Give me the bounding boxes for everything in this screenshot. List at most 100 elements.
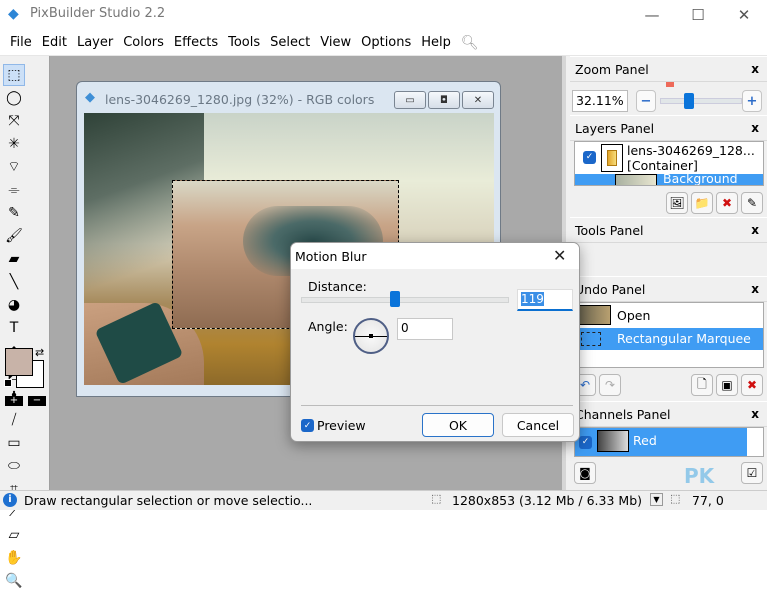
title-bar: ◆ PixBuilder Studio 2.2 — ☐ ✕ (0, 0, 767, 30)
channel-visible-checkbox[interactable]: ✓ (579, 436, 592, 449)
rectangle-shape-tool[interactable]: ▭ (3, 432, 25, 454)
cursor-coords: 77, 0 (692, 493, 724, 508)
search-icon[interactable]: 🔍︎ (461, 35, 479, 51)
zoom-input[interactable]: 32.11% (572, 90, 628, 112)
doc-maximize-button[interactable]: ◘ (428, 91, 460, 109)
doc-minimize-button[interactable]: ▭ (394, 91, 426, 109)
magnetic-lasso-tool[interactable]: ⌯ (3, 179, 25, 201)
menu-tools[interactable]: Tools (224, 35, 264, 50)
layer-item[interactable]: Background (575, 171, 763, 185)
zoom-out-button[interactable]: − (636, 90, 656, 112)
watermark: PK (684, 464, 715, 488)
menu-colors[interactable]: Colors (119, 35, 168, 50)
new-document-from-state-button[interactable]: ▣ (716, 374, 738, 396)
swap-colors-icon[interactable]: ⇄ (35, 346, 44, 359)
menu-effects[interactable]: Effects (170, 35, 222, 50)
layer-thumbnail (615, 174, 657, 185)
new-snapshot-button[interactable]: 🗋 (691, 374, 713, 396)
menu-view[interactable]: View (316, 35, 355, 50)
delete-state-button[interactable]: ✖ (741, 374, 763, 396)
angle-dial[interactable] (353, 318, 389, 354)
load-channel-selection-button[interactable]: ◙ (574, 462, 596, 484)
toolbox: ⬚◯⤧✳⌔⌯✎🖌▰╲◕T◆◩♟⧸▭⬭⌗⟋▱✋🔍 ⇄ + − (0, 56, 50, 589)
zoom-marker (666, 82, 674, 87)
layers-list: ✓ lens-3046269_128... [Container] Backgr… (574, 141, 764, 186)
undo-item[interactable]: Rectangular Marquee (575, 328, 763, 350)
angle-input[interactable]: 0 (397, 318, 453, 340)
polygon-lasso-tool[interactable]: ⌔ (3, 156, 25, 178)
ellipse-shape-tool[interactable]: ⬭ (3, 455, 25, 477)
hand-tool[interactable]: ✋ (3, 547, 25, 569)
angle-center (369, 334, 373, 338)
menu-options[interactable]: Options (357, 35, 415, 50)
lasso-tool[interactable]: ◯ (3, 87, 25, 109)
delete-layer-button[interactable]: ✖ (716, 192, 738, 214)
eraser-tool[interactable]: ▰ (3, 248, 25, 270)
healing-tool[interactable]: ⧸ (3, 409, 25, 431)
cancel-button[interactable]: Cancel (502, 413, 574, 437)
redo-button[interactable]: ↷ (599, 374, 621, 396)
channels-panel-header: Channels Panel x (570, 401, 767, 427)
remove-button[interactable]: − (28, 396, 46, 406)
magic-wand-tool[interactable]: ✳ (3, 133, 25, 155)
channel-options-button[interactable]: ☑ (741, 462, 763, 484)
distance-input[interactable]: 119 (517, 289, 573, 311)
preview-checkbox[interactable]: ✓ (301, 419, 314, 432)
status-dropdown-button[interactable]: ▼ (650, 493, 663, 506)
image-info: 1280x853 (3.12 Mb / 6.33 Mb) (452, 493, 643, 508)
dialog-separator (301, 405, 573, 406)
preview-label[interactable]: Preview (317, 418, 366, 433)
layer-name: lens-3046269_128... (627, 143, 755, 158)
undo-panel-title: Undo Panel (575, 281, 646, 297)
undo-list: Open Rectangular Marquee (574, 302, 764, 368)
distance-slider[interactable] (301, 297, 509, 303)
menu-select[interactable]: Select (266, 35, 314, 50)
paint-bucket-tool[interactable]: ◕ (3, 294, 25, 316)
channel-item[interactable]: ✓ Red (575, 428, 747, 456)
foreground-color-swatch[interactable] (5, 348, 33, 376)
rectangular-marquee-tool[interactable]: ⬚ (3, 64, 25, 86)
menu-file[interactable]: File (6, 35, 36, 50)
layer-visible-checkbox[interactable]: ✓ (583, 151, 596, 164)
zoom-panel-close-icon[interactable]: x (751, 62, 759, 76)
doc-close-button[interactable]: ✕ (462, 91, 494, 109)
zoom-tool[interactable]: 🔍 (3, 570, 25, 592)
add-container-button[interactable]: 📁 (691, 192, 713, 214)
measure-tool[interactable]: ▱ (3, 524, 25, 546)
add-button[interactable]: + (5, 396, 23, 406)
brush-tool[interactable]: 🖌 (3, 225, 25, 247)
maximize-button[interactable]: ☐ (675, 0, 721, 30)
dialog-close-button[interactable]: ✕ (553, 246, 566, 265)
add-image-layer-button[interactable]: 🖼 (666, 192, 688, 214)
text-tool[interactable]: T (3, 317, 25, 339)
zoom-in-button[interactable]: + (742, 90, 762, 112)
zoom-slider-thumb[interactable] (684, 93, 694, 109)
layers-panel-close-icon[interactable]: x (751, 121, 759, 135)
layer-item[interactable]: ✓ lens-3046269_128... [Container] (575, 142, 763, 174)
info-icon: i (3, 493, 17, 507)
close-button[interactable]: ✕ (721, 0, 767, 30)
undo-panel-close-icon[interactable]: x (751, 282, 759, 296)
tools-panel-title: Tools Panel (575, 222, 644, 238)
layer-properties-button[interactable]: ✎ (741, 192, 763, 214)
channels-panel-close-icon[interactable]: x (751, 407, 759, 421)
minimize-button[interactable]: — (629, 0, 675, 30)
undo-item-label: Rectangular Marquee (617, 331, 751, 346)
marquee-icon (581, 332, 601, 346)
default-colors-icon[interactable] (4, 379, 12, 387)
image-size-icon: ⬚ (431, 492, 442, 505)
distance-label: Distance: (308, 279, 367, 294)
pencil-tool[interactable]: ✎ (3, 202, 25, 224)
menu-layer[interactable]: Layer (73, 35, 117, 50)
channel-name: Red (633, 433, 657, 448)
line-tool[interactable]: ╲ (3, 271, 25, 293)
tools-panel-close-icon[interactable]: x (751, 223, 759, 237)
zoom-slider[interactable] (660, 98, 742, 104)
ok-button[interactable]: OK (422, 413, 494, 437)
move-tool[interactable]: ⤧ (3, 110, 25, 132)
channel-thumbnail (597, 430, 629, 452)
distance-slider-thumb[interactable] (390, 291, 401, 307)
undo-item[interactable]: Open (575, 303, 763, 328)
menu-help[interactable]: Help (417, 35, 455, 50)
menu-edit[interactable]: Edit (38, 35, 71, 50)
